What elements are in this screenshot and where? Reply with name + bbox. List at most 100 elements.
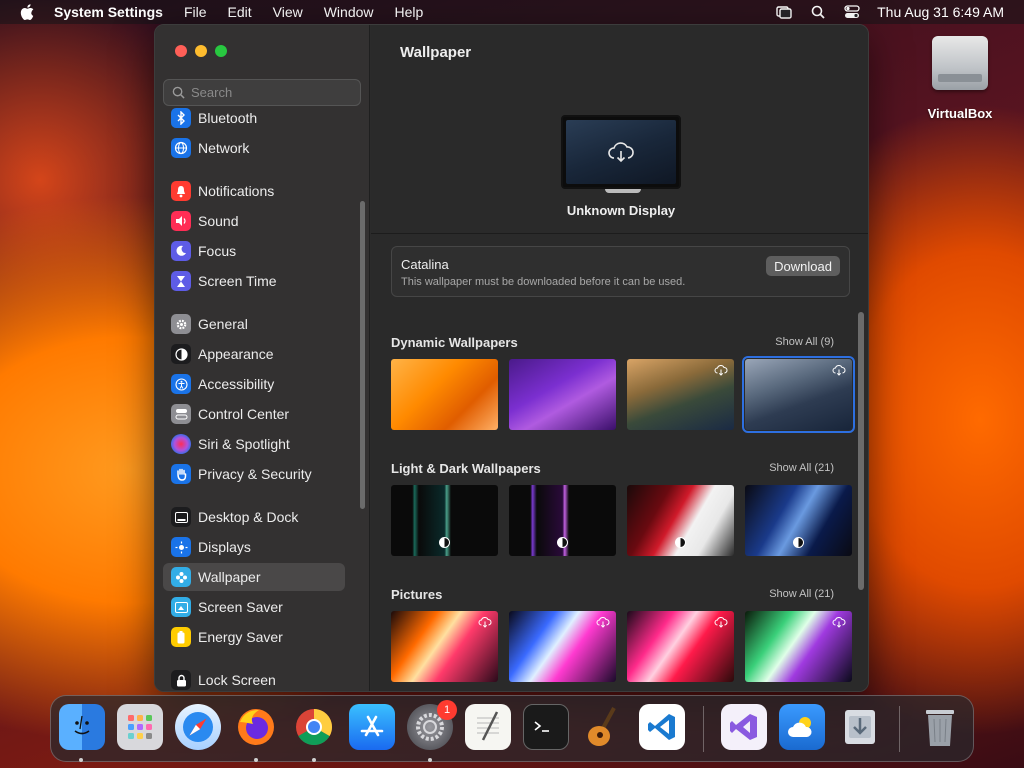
display-preview[interactable]	[561, 115, 681, 193]
sidebar-item-label: Control Center	[198, 406, 290, 422]
dock	[50, 695, 974, 762]
screen-mirroring-icon[interactable]	[775, 3, 793, 21]
sidebar-item-wallpaper[interactable]: Wallpaper	[163, 563, 345, 591]
wallpaper-thumbnail[interactable]	[627, 485, 734, 556]
textedit-icon[interactable]	[465, 704, 511, 750]
downloads-icon[interactable]	[837, 704, 883, 750]
sidebar-item-sound[interactable]: Sound	[163, 207, 345, 235]
control-center-icon[interactable]	[843, 3, 861, 21]
sidebar-item-accessibility[interactable]: Accessibility	[163, 370, 345, 398]
sidebar-item-notifications[interactable]: Notifications	[163, 177, 345, 205]
wallpaper-thumbnail[interactable]	[509, 485, 616, 556]
light-dark-mode-icon	[675, 537, 686, 548]
menu-window[interactable]: Window	[324, 4, 374, 20]
safari-icon[interactable]	[175, 704, 221, 750]
wallpaper-thumbnail[interactable]	[391, 359, 498, 430]
download-button[interactable]: Download	[766, 256, 840, 276]
sidebar-item-label: Appearance	[198, 346, 274, 362]
trash-icon[interactable]	[917, 704, 963, 750]
firefox-icon[interactable]	[233, 704, 279, 750]
sidebar-item-label: Privacy & Security	[198, 466, 312, 482]
section-title: Pictures	[391, 587, 443, 602]
sidebar-item-screen-time[interactable]: Screen Time	[163, 267, 345, 295]
chrome-icon[interactable]	[291, 704, 337, 750]
search-icon[interactable]	[809, 3, 827, 21]
sidebar-scrollbar[interactable]	[360, 201, 365, 509]
desktop-icon-virtualbox[interactable]: VirtualBox	[920, 36, 1000, 121]
close-button[interactable]	[175, 45, 187, 57]
search-input[interactable]	[191, 85, 351, 100]
menu-file[interactable]: File	[184, 4, 207, 20]
launchpad-icon[interactable]	[117, 704, 163, 750]
menu-edit[interactable]: Edit	[228, 4, 252, 20]
weather-icon[interactable]	[779, 704, 825, 750]
cloud-download-icon	[832, 617, 846, 628]
wallpaper-thumbnail-selected[interactable]	[742, 356, 855, 433]
window-controls	[175, 45, 235, 57]
finder-icon[interactable]	[59, 704, 105, 750]
sidebar-item-focus[interactable]: Focus	[163, 237, 345, 265]
menu-app-name[interactable]: System Settings	[54, 4, 163, 20]
sidebar-item-label: Screen Time	[198, 273, 277, 289]
sidebar-item-energy-saver[interactable]: Energy Saver	[163, 623, 345, 651]
wallpaper-thumbnail[interactable]	[509, 359, 616, 430]
search-field[interactable]	[163, 79, 361, 106]
sidebar-item-general[interactable]: General	[163, 310, 345, 338]
sidebar-item-lock-screen[interactable]: Lock Screen	[163, 666, 345, 691]
sidebar-item-bluetooth[interactable]: Bluetooth	[163, 104, 345, 132]
sidebar-item-appearance[interactable]: Appearance	[163, 340, 345, 368]
light-dark-mode-icon	[557, 537, 568, 548]
gear-icon	[171, 314, 191, 334]
minimize-button[interactable]	[195, 45, 207, 57]
wallpaper-thumbnail[interactable]	[391, 485, 498, 556]
sidebar-item-label: Siri & Spotlight	[198, 436, 290, 452]
vscode-icon[interactable]	[639, 704, 685, 750]
wallpaper-thumbnail[interactable]	[627, 359, 734, 430]
accessibility-icon	[171, 374, 191, 394]
cloud-download-icon	[714, 365, 728, 376]
sun-icon	[171, 537, 191, 557]
wallpaper-thumbnail[interactable]	[627, 611, 734, 682]
page-title: Wallpaper	[400, 44, 472, 61]
section-title: Dynamic Wallpapers	[391, 335, 518, 350]
sidebar-item-desktop-dock[interactable]: Desktop & Dock	[163, 503, 345, 531]
sidebar-item-screen-saver[interactable]: Screen Saver	[163, 593, 345, 621]
sidebar-item-network[interactable]: Network	[163, 134, 345, 162]
wallpaper-panel: Wallpaper Unknown Display Catalina This …	[371, 25, 868, 691]
menubar-clock[interactable]: Thu Aug 31 6:49 AM	[877, 4, 1004, 20]
sidebar-item-label: Wallpaper	[198, 569, 261, 585]
visual-studio-icon[interactable]	[721, 704, 767, 750]
sidebar-item-siri-spotlight[interactable]: Siri & Spotlight	[163, 430, 345, 458]
display-screen	[566, 120, 676, 184]
content-scrollbar[interactable]	[858, 312, 864, 590]
show-all-light-dark-button[interactable]: Show All (21)	[769, 462, 834, 474]
screensaver-icon	[171, 597, 191, 617]
wallpaper-thumbnail[interactable]	[745, 485, 852, 556]
sidebar-item-displays[interactable]: Displays	[163, 533, 345, 561]
wallpaper-thumbnail[interactable]	[391, 611, 498, 682]
wallpaper-thumbnail[interactable]	[745, 611, 852, 682]
sidebar-item-privacy-security[interactable]: Privacy & Security	[163, 460, 345, 488]
guitar-icon[interactable]	[581, 704, 627, 750]
wallpaper-thumbnail[interactable]	[509, 611, 616, 682]
toggles-icon	[171, 404, 191, 424]
cloud-download-icon	[478, 617, 492, 628]
app-store-icon[interactable]	[349, 704, 395, 750]
terminal-icon[interactable]	[523, 704, 569, 750]
show-all-pictures-button[interactable]: Show All (21)	[769, 588, 834, 600]
sidebar-item-label: General	[198, 316, 248, 332]
zoom-button[interactable]	[215, 45, 227, 57]
running-indicator	[312, 758, 316, 762]
appearance-icon	[171, 344, 191, 364]
sidebar-item-label: Bluetooth	[198, 110, 258, 126]
wallpaper-list: Dynamic Wallpapers Show All (9) Light & …	[371, 310, 868, 691]
cloud-download-icon	[714, 617, 728, 628]
bluetooth-icon	[171, 108, 191, 128]
menu-help[interactable]: Help	[395, 4, 424, 20]
sidebar-item-label: Screen Saver	[198, 599, 283, 615]
apple-menu-icon[interactable]	[20, 4, 34, 20]
light-dark-mode-icon	[793, 537, 804, 548]
menu-view[interactable]: View	[273, 4, 303, 20]
sidebar-item-control-center[interactable]: Control Center	[163, 400, 345, 428]
show-all-dynamic-button[interactable]: Show All (9)	[775, 336, 834, 348]
